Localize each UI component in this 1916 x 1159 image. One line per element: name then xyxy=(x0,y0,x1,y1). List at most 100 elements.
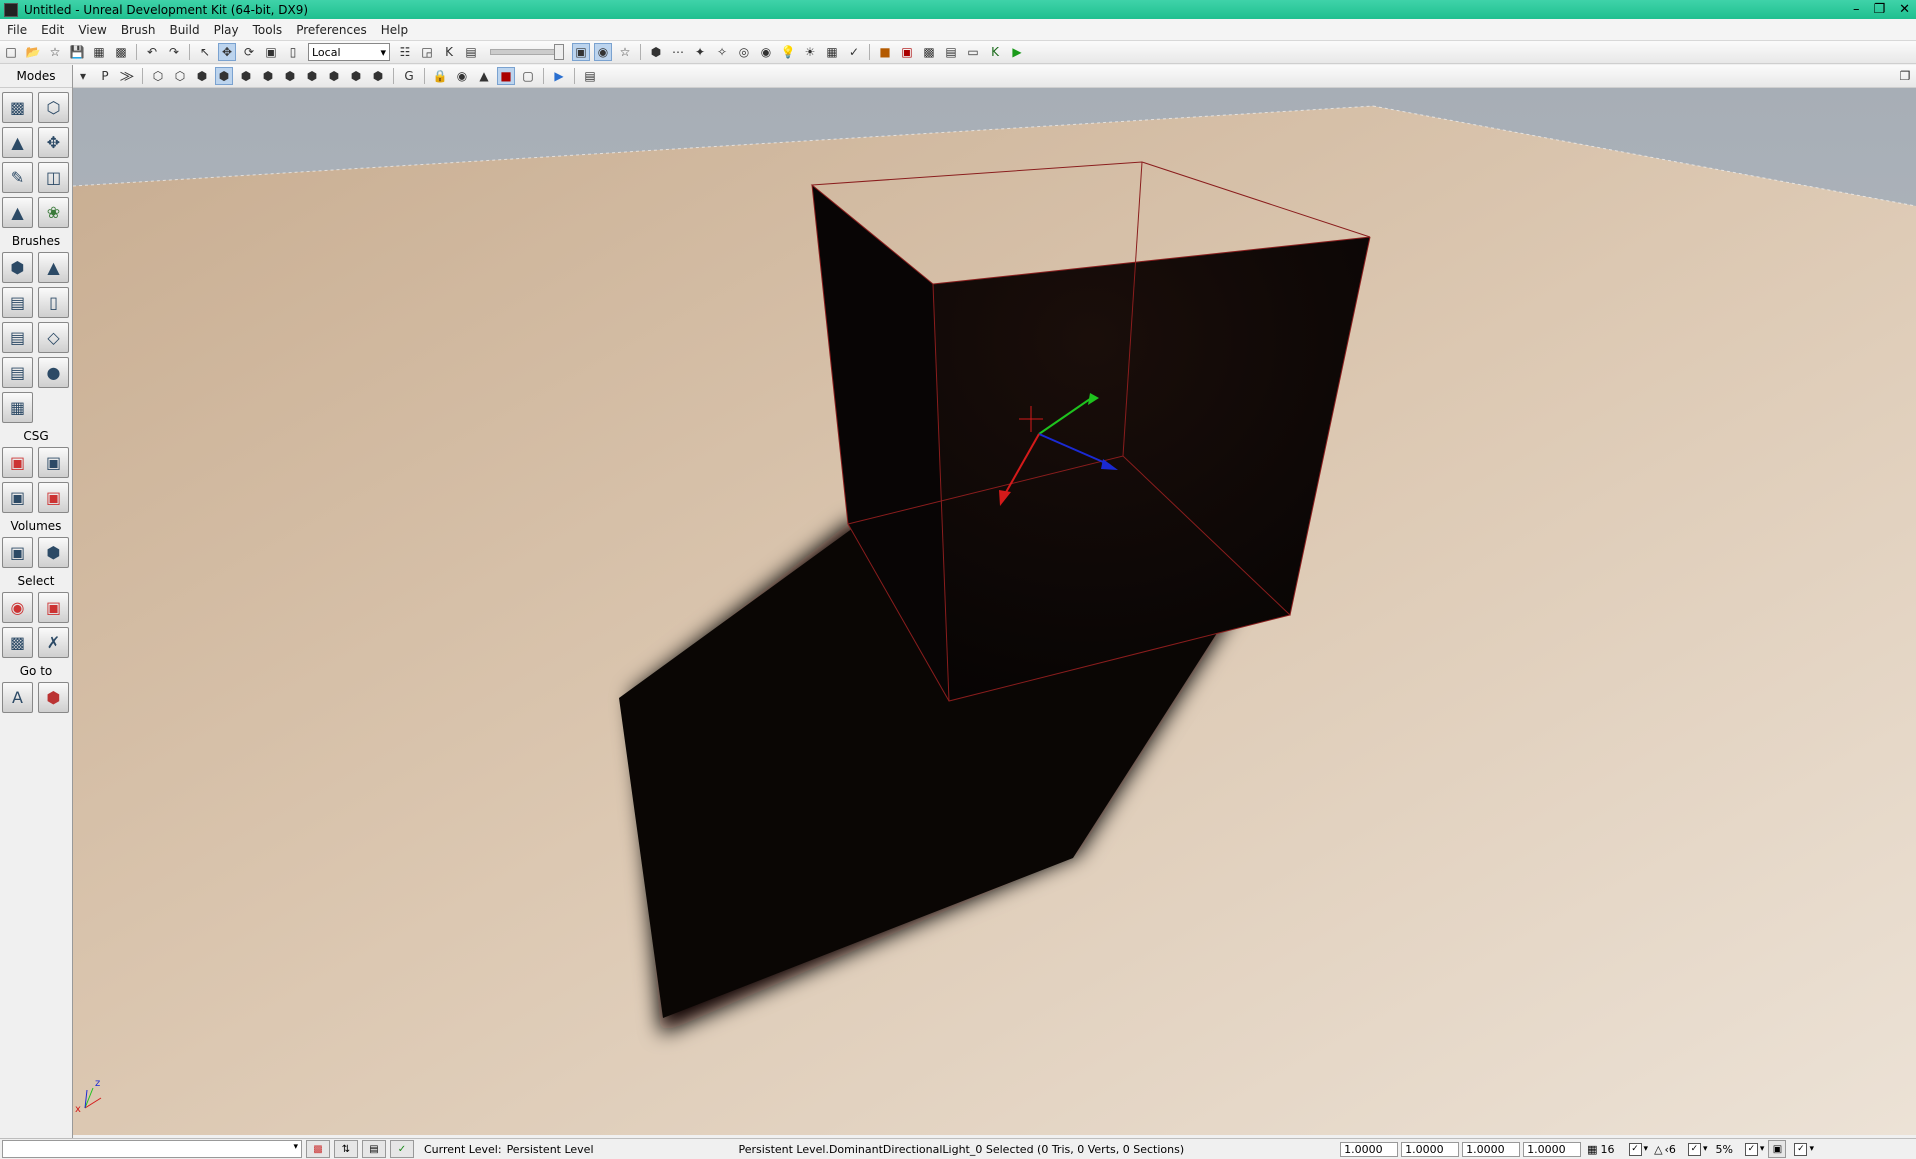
light-complexity-icon[interactable]: ⬢ xyxy=(281,67,299,85)
hide-selected-icon[interactable]: ▣ xyxy=(38,592,69,623)
chevron-down-icon[interactable]: ▾ xyxy=(1760,1144,1765,1154)
chevron-down-icon[interactable]: ▾ xyxy=(1703,1144,1708,1154)
scale-snap-checkbox[interactable]: ✓ xyxy=(1744,1142,1758,1156)
maximize-icon[interactable]: ❐ xyxy=(1873,2,1885,17)
viewport-menu-icon[interactable]: ▾ xyxy=(74,67,92,85)
kismet-debug-icon[interactable]: K xyxy=(986,43,1004,61)
group-browser-icon[interactable]: ▤ xyxy=(942,43,960,61)
brush-wireframe-icon[interactable]: ⬡ xyxy=(149,67,167,85)
scene-manager-icon[interactable]: ▣ xyxy=(898,43,916,61)
light-info-icon[interactable]: ☀ xyxy=(801,43,819,61)
save-icon[interactable]: 💾 xyxy=(68,43,86,61)
game-view-icon[interactable]: ◉ xyxy=(594,43,612,61)
volumetric-brush-icon[interactable]: ▦ xyxy=(2,392,33,423)
static-mesh-mode-icon[interactable]: ▲ xyxy=(2,197,33,228)
spiral-stair-brush-icon[interactable]: ▤ xyxy=(2,357,33,388)
minimize-icon[interactable]: – xyxy=(1853,2,1860,17)
csg-deintersect-icon[interactable]: ▣ xyxy=(38,482,69,513)
eye-icon[interactable]: ◉ xyxy=(453,67,471,85)
favorites-icon[interactable]: ☆ xyxy=(46,43,64,61)
show-all-icon[interactable]: ✗ xyxy=(38,627,69,658)
menu-preferences[interactable]: Preferences xyxy=(289,23,374,37)
chevron-down-icon[interactable]: ▾ xyxy=(1809,1144,1814,1154)
generic-browser-icon[interactable]: ◲ xyxy=(418,43,436,61)
vertex-snap-icon[interactable]: ⇅ xyxy=(334,1140,358,1158)
save-current-level-icon[interactable]: ▩ xyxy=(112,43,130,61)
drag-scale-uniform[interactable]: 1.0000 xyxy=(1523,1141,1582,1157)
build-all-icon[interactable]: ◉ xyxy=(757,43,775,61)
lighting-channels-icon[interactable]: ⬢ xyxy=(369,67,387,85)
menu-build[interactable]: Build xyxy=(162,23,206,37)
menu-brush[interactable]: Brush xyxy=(114,23,163,37)
grid-snap-checkbox[interactable]: ✓ xyxy=(1628,1142,1642,1156)
coordinate-system-select[interactable]: Local ▾ xyxy=(308,43,390,61)
unlit-icon[interactable]: ⬢ xyxy=(193,67,211,85)
play-on-pc-icon[interactable]: ▭ xyxy=(964,43,982,61)
sphere-brush-icon[interactable]: ● xyxy=(38,357,69,388)
non-uniform-scale-icon[interactable]: ▯ xyxy=(284,43,302,61)
add-volume-icon[interactable]: ⬢ xyxy=(38,537,69,568)
sheet-brush-icon[interactable]: ◇ xyxy=(38,322,69,353)
content-browser-icon[interactable]: ■ xyxy=(876,43,894,61)
go-to-builder-brush-icon[interactable]: ⬢ xyxy=(38,682,69,713)
viewport-type-icon[interactable]: ⨠ xyxy=(118,67,136,85)
camera-speed-slider[interactable] xyxy=(490,44,564,60)
geometry-mode-icon[interactable]: ⬡ xyxy=(38,92,69,123)
move-mode-icon[interactable]: ✥ xyxy=(38,127,69,158)
command-combo[interactable]: ▾ xyxy=(2,1140,302,1158)
slider-knob[interactable] xyxy=(554,44,564,60)
menu-file[interactable]: File xyxy=(0,23,34,37)
wireframe-icon[interactable]: ⬡ xyxy=(171,67,189,85)
detail-lighting-icon[interactable]: ⬢ xyxy=(237,67,255,85)
matinee-icon[interactable]: ▤ xyxy=(462,43,480,61)
redo-icon[interactable]: ↷ xyxy=(165,43,183,61)
lighting-quality-icon[interactable]: 💡 xyxy=(779,43,797,61)
build-cover-icon[interactable]: ◎ xyxy=(735,43,753,61)
play-in-editor-icon[interactable]: ▶ xyxy=(1008,43,1026,61)
texture-align-icon[interactable]: ✎ xyxy=(2,162,33,193)
csg-add-icon[interactable]: ▣ xyxy=(2,447,33,478)
play-in-viewport-icon[interactable]: ▶ xyxy=(550,67,568,85)
select-mode-icon[interactable]: ↖ xyxy=(196,43,214,61)
grid-size-value[interactable]: 16 xyxy=(1601,1143,1615,1156)
grid-snap-icon[interactable]: ▤ xyxy=(362,1140,386,1158)
find-icon[interactable]: ☷ xyxy=(396,43,414,61)
menu-edit[interactable]: Edit xyxy=(34,23,71,37)
csg-subtract-icon[interactable]: ▣ xyxy=(38,447,69,478)
cone-brush-icon[interactable]: ▲ xyxy=(38,252,69,283)
lit-icon[interactable]: ⬢ xyxy=(215,67,233,85)
new-file-icon[interactable]: □ xyxy=(2,43,20,61)
bookmark-icon[interactable]: ☆ xyxy=(616,43,634,61)
drag-scale-y[interactable]: 1.0000 xyxy=(1401,1141,1460,1157)
build-visibility-icon[interactable]: ⋯ xyxy=(669,43,687,61)
save-all-icon[interactable]: ▦ xyxy=(90,43,108,61)
build-geometry-icon[interactable]: ⬢ xyxy=(647,43,665,61)
menu-play[interactable]: Play xyxy=(207,23,246,37)
autosave-icon[interactable]: ▣ xyxy=(1768,1140,1787,1158)
realtime-preview-icon[interactable]: ▣ xyxy=(572,43,590,61)
lightmap-density-icon[interactable]: ⬢ xyxy=(347,67,365,85)
scale-snap-value[interactable]: 5% xyxy=(1715,1143,1732,1156)
rotate-mode-icon[interactable]: ⟳ xyxy=(240,43,258,61)
drag-scale-x[interactable]: 1.0000 xyxy=(1340,1141,1399,1157)
map-check-status-icon[interactable]: ✓ xyxy=(390,1140,414,1158)
drag-scale-z[interactable]: 1.0000 xyxy=(1462,1141,1521,1157)
rotation-snap-checkbox[interactable]: ✓ xyxy=(1687,1142,1701,1156)
shader-complexity-icon[interactable]: ⬢ xyxy=(325,67,343,85)
rotation-snap-value[interactable]: ‹6 xyxy=(1665,1143,1676,1156)
current-level-value[interactable]: Persistent Level xyxy=(507,1143,594,1156)
cube-brush-icon[interactable]: ⬢ xyxy=(2,252,33,283)
terrain-mode-icon[interactable]: ▲ xyxy=(2,127,33,158)
close-icon[interactable]: ✕ xyxy=(1899,2,1910,17)
viewport-options-icon[interactable]: ▤ xyxy=(581,67,599,85)
kismet-icon[interactable]: K xyxy=(440,43,458,61)
swarm-icon[interactable]: ▦ xyxy=(823,43,841,61)
csg-intersect-icon[interactable]: ▣ xyxy=(2,482,33,513)
camera-mode-icon[interactable]: ▩ xyxy=(2,92,33,123)
scale-mode-icon[interactable]: ▣ xyxy=(262,43,280,61)
build-lighting-icon[interactable]: ✦ xyxy=(691,43,709,61)
camera-actor-icon[interactable]: ▲ xyxy=(475,67,493,85)
open-file-icon[interactable]: 📂 xyxy=(24,43,42,61)
show-selected-icon[interactable]: ◉ xyxy=(2,592,33,623)
restore-viewport-icon[interactable]: ❐ xyxy=(1896,67,1914,85)
